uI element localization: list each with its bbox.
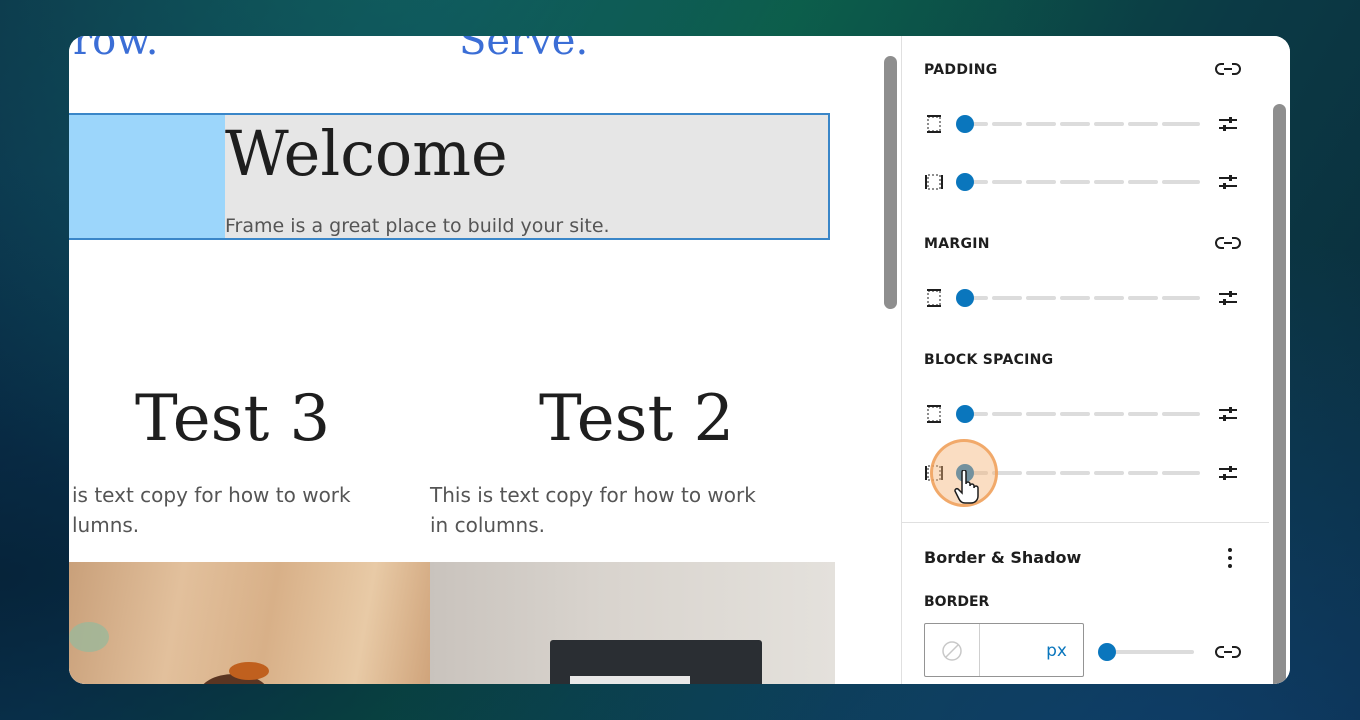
margin-vertical-control — [924, 286, 1244, 310]
border-width-slider-thumb[interactable] — [1098, 643, 1116, 661]
border-unit-select[interactable]: px — [1046, 641, 1067, 661]
unlink-icon[interactable] — [1215, 235, 1241, 251]
image-detail — [69, 622, 109, 652]
sliders-icon[interactable] — [1218, 404, 1238, 424]
sliders-icon[interactable] — [1218, 114, 1238, 134]
unlink-icon[interactable] — [1215, 643, 1241, 661]
block-spacing-vertical-slider-thumb[interactable] — [956, 405, 974, 423]
column-text-test-2[interactable]: This is text copy for how to work in col… — [430, 480, 790, 540]
image-detail — [550, 640, 762, 684]
hand-cursor-icon — [954, 470, 979, 504]
block-spacing-label: BLOCK SPACING — [924, 352, 1054, 368]
border-width-slider-track[interactable] — [1108, 650, 1194, 654]
editor-canvas[interactable]: row. Serve. Welcome Frame is a great pla… — [69, 36, 901, 684]
editor-window: row. Serve. Welcome Frame is a great pla… — [69, 36, 1290, 684]
image-detail — [570, 676, 690, 684]
wood-image[interactable] — [69, 562, 430, 684]
block-selection-highlight — [69, 115, 225, 238]
column-text-line: This is text copy for how to work — [430, 483, 756, 507]
more-vertical-icon[interactable] — [1220, 546, 1240, 570]
block-settings-panel: PADDING MARGIN BLOCK SPACING Border & Sh… — [901, 36, 1290, 684]
sliders-icon[interactable] — [1218, 172, 1238, 192]
selected-cover-block[interactable]: Welcome Frame is a great place to build … — [69, 113, 830, 240]
side-vertical-icon[interactable] — [924, 114, 944, 134]
welcome-heading[interactable]: Welcome — [225, 117, 508, 190]
border-color-button[interactable] — [925, 624, 980, 676]
margin-vertical-slider-track[interactable] — [962, 296, 1200, 300]
padding-vertical-slider-thumb[interactable] — [956, 115, 974, 133]
side-vertical-icon[interactable] — [924, 404, 944, 424]
column-text-line: lumns. — [72, 513, 140, 537]
canvas-scrollbar[interactable] — [884, 56, 897, 309]
panel-scrollbar[interactable] — [1273, 104, 1286, 684]
border-label: BORDER — [924, 594, 990, 610]
panel-divider — [902, 522, 1269, 523]
column-text-line: in columns. — [430, 513, 545, 537]
block-spacing-vertical-slider-track[interactable] — [962, 412, 1200, 416]
border-shadow-heading[interactable]: Border & Shadow — [924, 548, 1081, 567]
column-text-line: is text copy for how to work — [72, 483, 351, 507]
unlink-icon[interactable] — [1215, 61, 1241, 77]
margin-vertical-slider-thumb[interactable] — [956, 289, 974, 307]
column-heading-test-3[interactable]: Test 3 — [135, 382, 330, 456]
column-text-test-3[interactable]: is text copy for how to work lumns. — [72, 480, 432, 540]
side-vertical-icon[interactable] — [924, 288, 944, 308]
side-horizontal-icon[interactable] — [924, 172, 944, 192]
padding-horizontal-slider-track[interactable] — [962, 180, 1200, 184]
heading-fragment-grow: row. — [73, 36, 159, 64]
image-detail — [229, 662, 269, 680]
block-spacing-vertical-control — [924, 402, 1244, 426]
sliders-icon[interactable] — [1218, 288, 1238, 308]
border-width-input[interactable]: px — [924, 623, 1084, 677]
wall-image[interactable] — [430, 562, 835, 684]
padding-label: PADDING — [924, 62, 998, 78]
heading-fragment-serve: Serve. — [459, 36, 589, 64]
margin-label: MARGIN — [924, 236, 990, 252]
welcome-subtitle[interactable]: Frame is a great place to build your sit… — [225, 215, 610, 237]
no-color-icon — [942, 641, 962, 661]
sliders-icon[interactable] — [1218, 463, 1238, 483]
padding-horizontal-control — [924, 170, 1244, 194]
padding-vertical-control — [924, 112, 1244, 136]
column-heading-test-2[interactable]: Test 2 — [539, 382, 734, 456]
padding-vertical-slider-track[interactable] — [962, 122, 1200, 126]
padding-horizontal-slider-thumb[interactable] — [956, 173, 974, 191]
